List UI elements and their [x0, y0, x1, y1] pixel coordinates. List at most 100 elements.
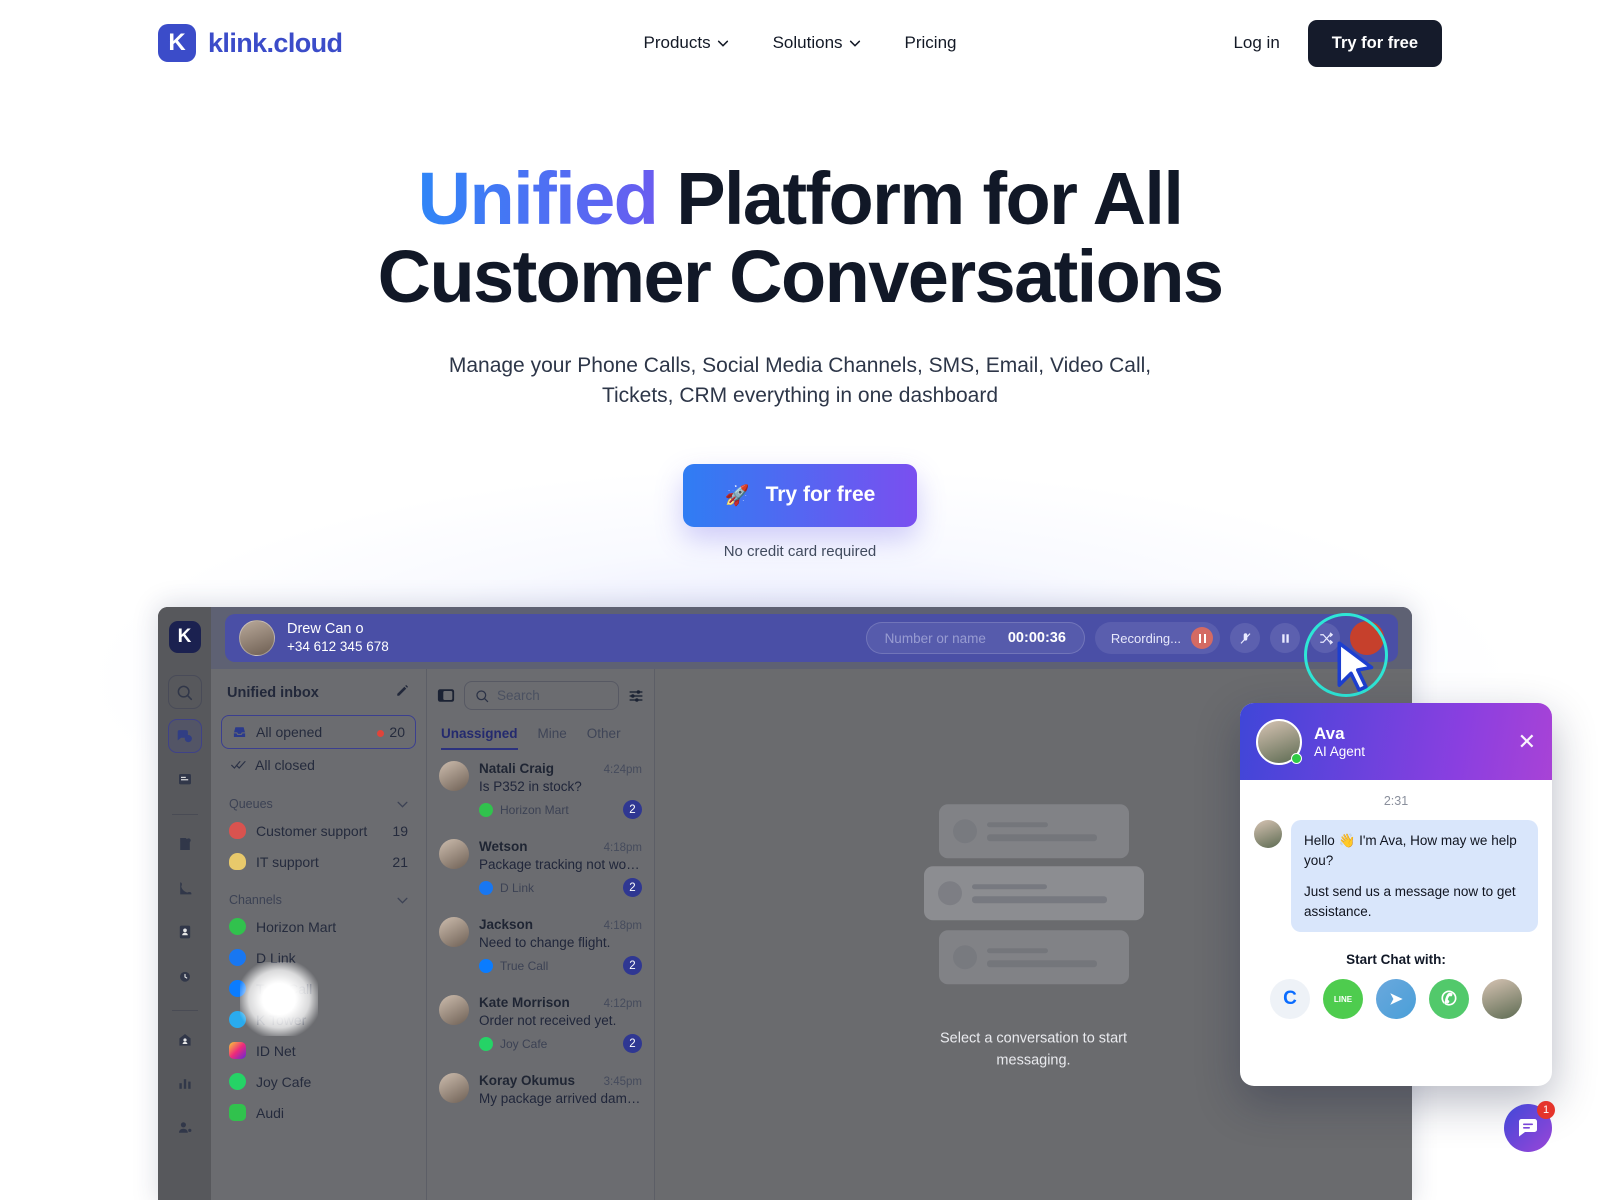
nav-item-solutions[interactable]: Solutions [773, 33, 861, 53]
chat-fab-button[interactable]: 1 [1504, 1101, 1555, 1152]
message-timestamp: 2:31 [1383, 794, 1409, 808]
messenger-icon [479, 958, 493, 973]
avatar [439, 995, 469, 1025]
search-input[interactable]: Search [464, 681, 619, 710]
recording-status[interactable]: Recording... [1094, 622, 1220, 654]
mute-icon[interactable] [1230, 623, 1260, 653]
unread-badge: 2 [623, 878, 642, 897]
filter-icon[interactable] [628, 688, 644, 704]
number-placeholder: Number or name [884, 630, 986, 646]
inbox-sidebar: Unified inbox All opened 20 All closed Q… [211, 669, 427, 1200]
tab-mine[interactable]: Mine [538, 726, 567, 750]
channel-item-horizon-mart[interactable]: Horizon Mart [221, 911, 416, 942]
empty-state-line1: Select a conversation to start [940, 1030, 1127, 1047]
chat-widget-body: 2:31 Hello 👋 I'm Ava, How may we help yo… [1240, 780, 1552, 1020]
queue-item-customer-support[interactable]: Customer support 19 [221, 815, 416, 846]
chat-bubble-icon [1519, 1119, 1537, 1137]
queue-item-it-support[interactable]: IT support 21 [221, 846, 416, 877]
hero-cta-wrap: 🚀 Try for free No credit card required [0, 463, 1600, 560]
notes-icon[interactable] [168, 763, 202, 797]
channel-name: D Link [500, 880, 535, 895]
active-call-card: Drew Can o +34 612 345 678 Number or nam… [225, 614, 1398, 662]
try-for-free-button[interactable]: Try for free [1307, 19, 1442, 67]
phone-icon[interactable] [168, 871, 202, 905]
avatar [439, 839, 469, 869]
channel-item-id-net[interactable]: ID Net [221, 1035, 416, 1066]
login-link[interactable]: Log in [1233, 33, 1279, 53]
line-icon [479, 802, 493, 817]
list-item[interactable]: Jackson 4:18pm Need to change flight. Tr… [427, 906, 654, 984]
avatar [439, 917, 469, 947]
list-item[interactable]: Kate Morrison 4:12pm Order not received … [427, 984, 654, 1062]
search-placeholder: Search [497, 688, 540, 703]
list-item[interactable]: Wetson 4:18pm Package tracking not worki… [427, 828, 654, 906]
compose-icon[interactable] [395, 683, 410, 703]
avatar [439, 1073, 469, 1103]
klink-icon[interactable]: C [1270, 979, 1310, 1020]
chevron-down-icon [849, 40, 861, 47]
agent-avatar-icon[interactable] [1482, 979, 1522, 1020]
list-item[interactable]: Koray Okumus 3:45pm My package arrived d… [427, 1062, 654, 1115]
caller-name: Drew Can o [287, 621, 364, 638]
instagram-icon [229, 1042, 246, 1059]
tab-other[interactable]: Other [587, 726, 621, 750]
line-icon[interactable]: LINE [1323, 979, 1363, 1020]
contact-name: Natali Craig [479, 761, 555, 776]
unread-badge: 2 [623, 956, 642, 975]
tab-unassigned[interactable]: Unassigned [441, 726, 518, 750]
agent-name: Ava [1314, 723, 1345, 743]
channels-group-header[interactable]: Channels [221, 877, 416, 911]
file-icon[interactable] [168, 827, 202, 861]
inbox-item-all-opened[interactable]: All opened 20 [221, 715, 416, 749]
message-bubble: Hello 👋 I'm Ava, How may we help you? Ju… [1291, 820, 1538, 933]
analytics-icon[interactable] [168, 1067, 202, 1101]
timestamp: 4:24pm [603, 764, 642, 776]
app-sidebar-rail: K [158, 607, 211, 1200]
message-text-1: Hello 👋 I'm Ava, How may we help you? [1304, 833, 1517, 868]
rail-divider [171, 1010, 198, 1011]
app-body: Unified inbox All opened 20 All closed Q… [211, 669, 1412, 1200]
timestamp: 4:18pm [603, 920, 642, 932]
nav-item-products[interactable]: Products [644, 33, 729, 53]
number-or-name-input[interactable]: Number or name 00:00:36 [865, 622, 1085, 654]
whatsapp-icon[interactable]: ✆ [1429, 979, 1469, 1020]
double-check-icon [231, 761, 246, 769]
telegram-icon[interactable]: ➤ [1376, 979, 1416, 1020]
hero-section: Unified Platform for All Customer Conver… [0, 86, 1600, 560]
inbox-header: Unified inbox [221, 681, 416, 715]
chat-icon[interactable] [167, 719, 202, 753]
home-icon[interactable] [168, 1023, 202, 1057]
conversation-list: Search Unassigned Mine Other Natali Crai… [427, 669, 655, 1200]
brand-logo[interactable]: K klink.cloud [158, 24, 343, 62]
channel-name: Horizon Mart [500, 802, 569, 817]
team-icon[interactable] [168, 1111, 202, 1145]
caller-phone: +34 612 345 678 [287, 638, 389, 654]
close-icon[interactable]: ✕ [1518, 729, 1536, 755]
start-chat-channels: C LINE ➤ ✆ [1254, 979, 1538, 1020]
list-item[interactable]: Natali Craig 4:24pm Is P352 in stock? Ho… [427, 750, 654, 828]
queue-label: Customer support [256, 822, 368, 839]
timestamp: 4:18pm [603, 842, 642, 854]
queues-group-header[interactable]: Queues [221, 781, 416, 815]
pause-call-icon[interactable] [1270, 623, 1300, 653]
search-icon[interactable] [167, 675, 202, 709]
nav-item-pricing[interactable]: Pricing [905, 33, 957, 53]
app-logo-icon: K [168, 621, 201, 653]
alarm-icon[interactable] [168, 959, 202, 993]
main-nav: Products Solutions Pricing [644, 33, 957, 53]
channel-item-joy-cafe[interactable]: Joy Cafe [221, 1066, 416, 1097]
channel-name: Joy Cafe [500, 1036, 548, 1051]
caller-identity: Drew Can o +34 612 345 678 [287, 621, 389, 654]
channel-item-audi[interactable]: Audi [221, 1097, 416, 1128]
klink-logo-icon: K [158, 24, 196, 62]
inbox-item-all-closed[interactable]: All closed [221, 749, 416, 781]
app-topbar: Drew Can o +34 612 345 678 Number or nam… [211, 607, 1412, 669]
channel-label: Horizon Mart [256, 918, 337, 935]
pause-recording-icon[interactable] [1191, 627, 1213, 649]
unread-badge: 2 [623, 1034, 642, 1053]
panel-toggle-icon[interactable] [437, 688, 455, 703]
contacts-icon[interactable] [168, 915, 202, 949]
agent-avatar [1256, 718, 1302, 765]
empty-state-illustration [824, 804, 1244, 1014]
hero-try-for-free-button[interactable]: 🚀 Try for free [682, 463, 918, 527]
